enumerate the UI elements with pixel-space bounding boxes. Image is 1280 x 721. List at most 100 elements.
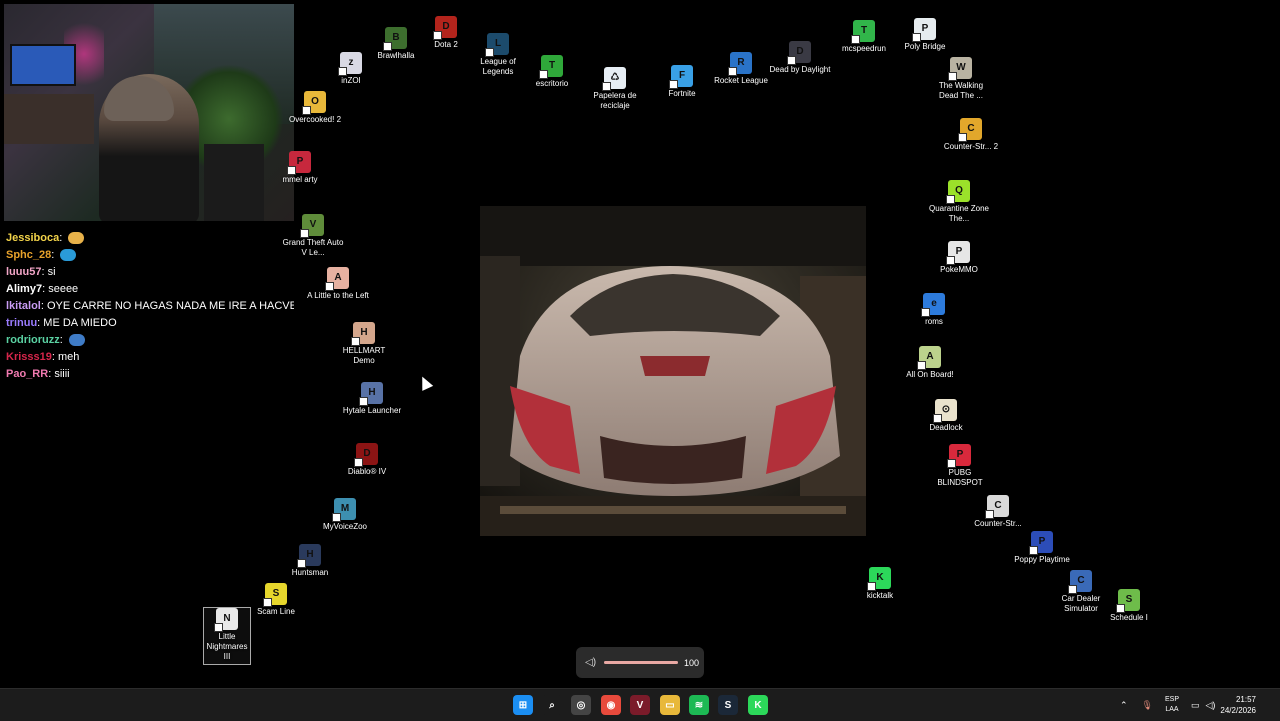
- webcam-monitor: [10, 44, 76, 86]
- icon-overcooked[interactable]: O Overcooked! 2: [283, 91, 347, 125]
- icon-gta-v-icon: V: [300, 214, 324, 238]
- icon-pokemmo-icon: P: [946, 241, 970, 265]
- icon-pokemmo[interactable]: P PokeMMO: [927, 241, 991, 275]
- network-icon[interactable]: ▭: [1191, 700, 1200, 711]
- chat-message: luuu57: si: [6, 264, 294, 281]
- chat-username[interactable]: Jessiboca: [6, 232, 59, 244]
- icon-bimmel-party-label: mmel arty: [282, 175, 318, 184]
- icon-huntsman[interactable]: H Huntsman: [278, 544, 342, 578]
- taskbar-spotify-icon[interactable]: ≋: [689, 695, 709, 715]
- icon-bimmel-party[interactable]: Pmmel arty: [268, 151, 332, 185]
- icon-mcspeedrun[interactable]: Tmcspeedrun: [832, 20, 896, 54]
- chat-username[interactable]: luuu57: [6, 266, 41, 278]
- icon-diablo-label: Diablo® IV: [347, 467, 387, 476]
- desktop: Jessiboca: Sphc_28: luuu57: si Alimy7: se…: [0, 0, 1280, 688]
- volume-slider[interactable]: [604, 661, 678, 664]
- icon-walking-dead-icon: W: [948, 57, 972, 81]
- volume-slider-fill: [604, 661, 678, 664]
- taskbar-file-explorer-icon[interactable]: ▭: [660, 695, 680, 715]
- taskbar-start-button[interactable]: ⊞: [513, 695, 533, 715]
- icon-counter-strike-2-icon: C: [958, 118, 982, 142]
- icon-pokemmo-label: PokeMMO: [940, 265, 978, 274]
- icon-little-nightmares-label: Little Nightmares III: [206, 632, 248, 661]
- chat-text: si: [47, 266, 56, 278]
- taskbar-kick-icon[interactable]: K: [748, 695, 768, 715]
- chat-username[interactable]: lkitalol: [6, 300, 41, 312]
- icon-pubg[interactable]: P PUBG BLINDSPOT: [928, 444, 992, 488]
- chat-text: meh: [58, 351, 80, 363]
- chat-username[interactable]: rodrioruzz: [6, 334, 60, 346]
- taskbar-chrome-icon[interactable]: ◉: [601, 695, 621, 715]
- taskbar-voicemeeter-icon[interactable]: V: [630, 695, 650, 715]
- icon-papelera-icon: ♺: [602, 67, 626, 91]
- icon-poly-bridge-label: Poly Bridge: [904, 42, 946, 51]
- mouse-cursor: [416, 374, 434, 391]
- icon-hellmart-label: HELLMART Demo: [342, 346, 386, 365]
- icon-hytale[interactable]: H Hytale Launcher: [340, 382, 404, 416]
- icon-poppy-playtime[interactable]: P Poppy Playtime: [1010, 531, 1074, 565]
- icon-mcspeedrun-icon: T: [851, 20, 875, 44]
- speaker-icon[interactable]: ◁): [585, 657, 596, 668]
- icon-scam-line[interactable]: S Scam Line: [244, 583, 308, 617]
- clock-date: 24/2/2026: [1220, 706, 1256, 715]
- icon-walking-dead-label: The Walking Dead The ...: [938, 81, 984, 100]
- icon-scam-line-label: Scam Line: [257, 607, 295, 616]
- chat-overlay: Jessiboca: Sphc_28: luuu57: si Alimy7: se…: [6, 230, 294, 383]
- chat-username[interactable]: Alimy7: [6, 283, 42, 295]
- chat-message: rodrioruzz:: [6, 332, 294, 349]
- icon-schedule-i[interactable]: S Schedule I: [1097, 589, 1161, 623]
- clock[interactable]: 21:57 24/2/2026: [1220, 694, 1256, 716]
- icon-diablo[interactable]: D Diablo® IV: [335, 443, 399, 477]
- icon-bimmel-party-icon: P: [287, 151, 311, 175]
- icon-papelera[interactable]: ♺ Papelera de reciclaje: [583, 67, 647, 111]
- icon-roms[interactable]: e roms: [902, 293, 966, 327]
- icon-gta-v[interactable]: V Grand Theft Auto V Le...: [281, 214, 345, 258]
- icon-counter-strike[interactable]: C Counter-Str...: [966, 495, 1030, 529]
- icon-escritorio-label: escritorio: [535, 79, 569, 88]
- icon-myvoicezoo[interactable]: M MyVoiceZoo: [313, 498, 377, 532]
- chat-username[interactable]: Pao_RR: [6, 368, 48, 380]
- taskbar-app-obs[interactable]: ◎: [571, 695, 591, 715]
- icon-inzoi[interactable]: z inZOI: [319, 52, 383, 86]
- icon-kicktalk-icon: K: [867, 567, 891, 591]
- chat-separator: :: [59, 334, 66, 346]
- icon-myvoicezoo-label: MyVoiceZoo: [322, 522, 368, 531]
- icon-league-icon: L: [485, 33, 509, 57]
- icon-rocket-league[interactable]: R Rocket League: [709, 52, 773, 86]
- icon-hellmart[interactable]: H HELLMART Demo: [332, 322, 396, 366]
- volume-tray-icon[interactable]: ◁): [1206, 700, 1216, 711]
- car-photo[interactable]: [480, 206, 866, 536]
- icon-counter-strike-2[interactable]: C Counter-Str... 2: [939, 118, 1003, 152]
- icon-dead-by-daylight[interactable]: D Dead by Daylight: [768, 41, 832, 75]
- icon-kicktalk[interactable]: Kkicktalk: [848, 567, 912, 601]
- chat-username[interactable]: trinuu: [6, 317, 37, 329]
- taskbar-steam-icon[interactable]: S: [718, 695, 738, 715]
- tray-overflow-icon[interactable]: ⌃: [1120, 700, 1128, 711]
- icon-escritorio[interactable]: Tescritorio: [520, 55, 584, 89]
- chat-username[interactable]: Krisss19: [6, 351, 52, 363]
- icon-quarantine-zone[interactable]: Q Quarantine Zone The...: [927, 180, 991, 224]
- icon-poppy-playtime-icon: P: [1029, 531, 1053, 555]
- icon-schedule-i-label: Schedule I: [1110, 613, 1148, 622]
- chat-text: ME DA MIEDO: [43, 317, 117, 329]
- icon-gta-v-label: Grand Theft Auto V Le...: [282, 238, 344, 257]
- icon-all-on-board-icon: A: [917, 346, 941, 370]
- microphone-icon[interactable]: 🎙: [1142, 700, 1153, 711]
- icon-all-on-board[interactable]: A All On Board!: [898, 346, 962, 380]
- icon-little-nightmares[interactable]: N Little Nightmares III: [203, 607, 251, 665]
- icon-deadlock[interactable]: ⊙ Deadlock: [914, 399, 978, 433]
- icon-rocket-league-icon: R: [728, 52, 752, 76]
- icon-deadlock-label: Deadlock: [929, 423, 963, 432]
- taskbar-search-icon[interactable]: ⌕: [542, 695, 562, 715]
- icon-fortnite[interactable]: F Fortnite: [650, 65, 714, 99]
- icon-rocket-league-label: Rocket League: [714, 76, 768, 85]
- chat-username[interactable]: Sphc_28: [6, 249, 51, 261]
- icon-walking-dead[interactable]: W The Walking Dead The ...: [929, 57, 993, 101]
- volume-flyout[interactable]: ◁) 100: [576, 647, 704, 678]
- icon-poly-bridge[interactable]: P Poly Bridge: [893, 18, 957, 52]
- language-indicator[interactable]: ESP LAA: [1165, 695, 1179, 715]
- chat-separator: :: [59, 232, 66, 244]
- icon-little-left[interactable]: AA Little to the Left: [306, 267, 370, 301]
- chat-text: siiii: [54, 368, 70, 380]
- icon-diablo-icon: D: [354, 443, 378, 467]
